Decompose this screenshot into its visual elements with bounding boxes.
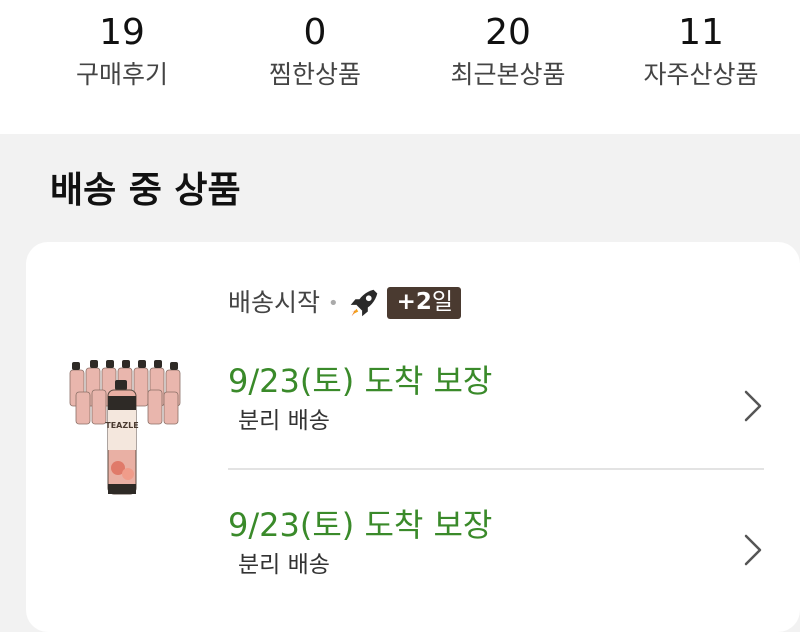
- stats-bar: 19 구매후기 0 찜한상품 20 최근본상품 11 자주산상품: [0, 0, 800, 134]
- speed-badge: +2일: [386, 287, 462, 319]
- delivery-method: 분리 배송: [238, 552, 330, 578]
- arrival-guarantee: 9/23(토) 도착 보장: [228, 506, 493, 544]
- stat-frequent[interactable]: 11 자주산상품: [601, 0, 800, 134]
- stat-frequent-count: 11: [678, 12, 724, 53]
- stat-reviews-label: 구매후기: [75, 60, 168, 89]
- product-brand: TEAZLE: [105, 421, 138, 430]
- speed-badge-days: +2: [396, 289, 432, 315]
- stat-recent[interactable]: 20 최근본상품: [408, 0, 608, 134]
- stat-reviews-count: 19: [99, 12, 145, 53]
- stat-reviews[interactable]: 19 구매후기: [22, 0, 222, 134]
- separator-dot: •: [328, 292, 339, 314]
- speed-badge-unit: 일: [431, 289, 454, 315]
- section-title: 배송 중 상품: [50, 170, 241, 211]
- product-thumbnail[interactable]: TEAZLE: [62, 356, 192, 498]
- shipping-status: 배송시작: [228, 288, 321, 317]
- stat-wishlist[interactable]: 0 찜한상품: [215, 0, 415, 134]
- chevron-right-icon[interactable]: [742, 388, 764, 424]
- entry-divider: [228, 468, 764, 470]
- stat-wishlist-count: 0: [303, 12, 327, 53]
- rocket-icon: [350, 289, 377, 317]
- delivery-method: 분리 배송: [238, 408, 330, 434]
- stat-frequent-label: 자주산상품: [643, 60, 759, 89]
- stat-recent-label: 최근본상품: [450, 60, 566, 89]
- stat-wishlist-label: 찜한상품: [268, 60, 361, 89]
- arrival-guarantee: 9/23(토) 도착 보장: [228, 362, 493, 400]
- stat-recent-count: 20: [485, 12, 531, 53]
- shipping-status-line: 배송시작 • +2일: [228, 283, 462, 323]
- chevron-right-icon[interactable]: [742, 532, 764, 568]
